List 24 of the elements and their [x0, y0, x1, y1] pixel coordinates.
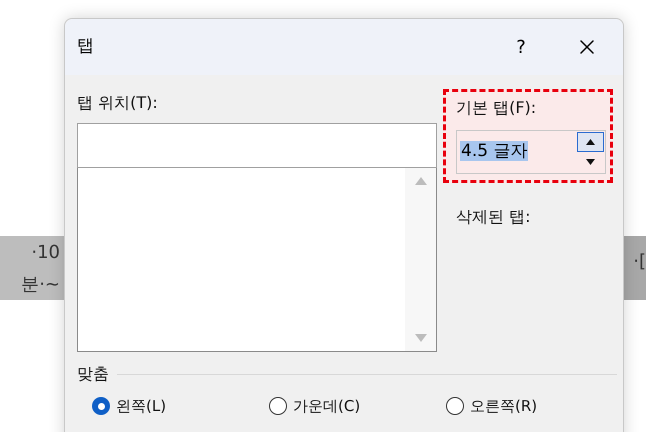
window-title: 탭: [77, 35, 95, 58]
radio-option[interactable]: 왼쪽(L): [92, 396, 269, 416]
scrollbar[interactable]: [405, 168, 436, 351]
scroll-up-icon: [414, 176, 428, 186]
document-text: ·[: [633, 250, 646, 274]
spin-up-button[interactable]: [577, 132, 604, 152]
radio-button[interactable]: [92, 397, 110, 415]
field-label: 삭제된 탭:: [456, 206, 532, 228]
help-button[interactable]: ?: [501, 27, 541, 67]
default-tab-spinner[interactable]: 4.5 글자: [456, 130, 606, 174]
radio-option[interactable]: 가운데(C): [269, 396, 446, 416]
radio-button[interactable]: [269, 397, 287, 415]
spinner-value: 4.5 글자: [460, 140, 530, 164]
document-text: ·10: [31, 240, 61, 264]
up-arrow-icon: [586, 139, 595, 145]
down-arrow-icon: [586, 159, 595, 165]
field-label: 탭 위치(T):: [77, 92, 159, 114]
scroll-down-icon: [414, 333, 428, 343]
tab-position-input[interactable]: [77, 123, 437, 168]
group-label: 맞춤: [77, 363, 109, 385]
field-label: 기본 탭(F):: [456, 97, 538, 119]
radio-option[interactable]: 오른쪽(R): [446, 396, 623, 416]
document-text: 분·~: [21, 272, 61, 296]
radio-button[interactable]: [446, 397, 464, 415]
